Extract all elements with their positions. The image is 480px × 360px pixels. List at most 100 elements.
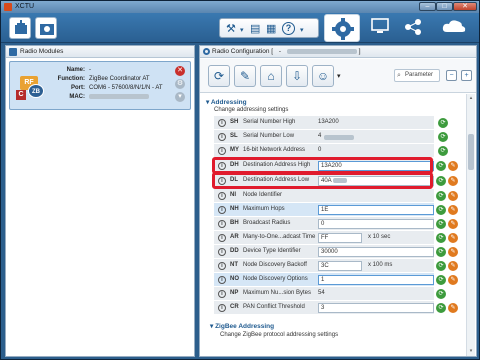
remove-device-icon[interactable]: ✕	[175, 66, 185, 76]
write-cr-icon[interactable]: ✎	[448, 303, 458, 313]
update-firmware-icon: ⇩	[291, 69, 303, 83]
info-icon[interactable]: i	[218, 220, 226, 228]
write-dh-icon[interactable]: ✎	[448, 161, 458, 171]
add-device-icon	[15, 20, 27, 34]
info-icon[interactable]: i	[218, 304, 226, 312]
bh-input[interactable]: 0	[318, 219, 434, 229]
info-icon[interactable]: i	[218, 234, 226, 242]
zigbee-addressing-section-title[interactable]: ▾ ZigBee Addressing	[210, 322, 274, 330]
scroll-thumb[interactable]	[468, 134, 474, 170]
configuration-mode-button[interactable]	[324, 14, 360, 42]
info-icon[interactable]: i	[218, 290, 226, 298]
help-dropdown-icon[interactable]: ▾	[300, 26, 304, 34]
write-nt-icon[interactable]: ✎	[448, 261, 458, 271]
close-button[interactable]: ✕	[453, 2, 477, 11]
device-card[interactable]: RF ZB C Name: - Function: ZigBee Coordinat…	[9, 61, 191, 110]
xctu-window: XCTU – □ ✕ ⚒ ▾ ▤ ▦ ? ▾ Radio Modules RF …	[0, 0, 480, 360]
info-icon[interactable]: i	[218, 147, 226, 155]
parameter-search-input[interactable]: ⌕ Parameter	[394, 69, 440, 82]
write-nh-icon[interactable]: ✎	[448, 205, 458, 215]
settings-list: ▾ Addressing Change addressing settings …	[200, 94, 468, 356]
setting-row-ni: i NI Node Identifier	[214, 189, 434, 203]
info-icon[interactable]: i	[218, 192, 226, 200]
write-icon: ✎	[239, 69, 251, 83]
write-bh-icon[interactable]: ✎	[448, 219, 458, 229]
info-icon[interactable]: i	[218, 133, 226, 141]
cr-input[interactable]: 3	[318, 303, 434, 313]
refresh-my-icon[interactable]: ⟳	[438, 146, 448, 156]
refresh-nt-icon[interactable]: ⟳	[436, 261, 446, 271]
write-button[interactable]: ✎	[234, 65, 256, 87]
cloud-icon[interactable]	[441, 18, 467, 34]
default-button[interactable]: ⌂	[260, 65, 282, 87]
refresh-dl-icon[interactable]: ⟳	[436, 176, 446, 186]
setting-row-bh: i BH Broadcast Radius 0	[214, 217, 434, 231]
profile-dropdown-icon[interactable]: ▾	[337, 72, 341, 80]
refresh-sh-icon[interactable]: ⟳	[438, 118, 448, 128]
expand-device-icon[interactable]: ▾	[175, 92, 185, 102]
refresh-dd-icon[interactable]: ⟳	[436, 247, 446, 257]
info-icon[interactable]: i	[218, 119, 226, 127]
info-icon[interactable]: i	[218, 276, 226, 284]
nh-input[interactable]: 1E	[318, 205, 434, 215]
read-icon: ⟳	[213, 69, 225, 83]
add-device-button[interactable]	[9, 17, 31, 39]
setting-row-nt: i NT Node Discovery Backoff 3C x 100 ms	[214, 259, 434, 273]
refresh-cr-icon[interactable]: ⟳	[436, 303, 446, 313]
refresh-dh-icon[interactable]: ⟳	[436, 161, 446, 171]
scroll-down-icon[interactable]: ▾	[468, 348, 474, 354]
document-icon[interactable]: ▦	[266, 22, 276, 35]
setting-row-sh: i SH Serial Number High 13A200	[214, 116, 434, 130]
write-no-icon[interactable]: ✎	[448, 275, 458, 285]
ar-input[interactable]: FF	[318, 233, 362, 243]
refresh-ar-icon[interactable]: ⟳	[436, 233, 446, 243]
tools-icon[interactable]: ⚒	[226, 22, 236, 35]
tools-dropdown-icon[interactable]: ▾	[240, 26, 244, 34]
setting-row-sl: i SL Serial Number Low 4	[214, 130, 434, 144]
profile-button[interactable]: ☺	[312, 65, 334, 87]
discover-devices-button[interactable]	[35, 17, 57, 39]
maximize-button[interactable]: □	[436, 2, 453, 11]
device-mac-row: MAC:	[50, 93, 149, 101]
setting-row-nh: i NH Maximum Hops 1E	[214, 203, 434, 217]
zb-badge: ZB	[28, 84, 44, 98]
console-icon[interactable]: ▤	[250, 22, 260, 35]
collapse-all-icon[interactable]: −	[446, 70, 457, 81]
refresh-no-icon[interactable]: ⟳	[436, 275, 446, 285]
info-icon[interactable]: i	[218, 206, 226, 214]
dd-input[interactable]: 30000	[318, 247, 434, 257]
write-dd-icon[interactable]: ✎	[448, 247, 458, 257]
update-button[interactable]: ⇩	[286, 65, 308, 87]
title-bracket: ]	[358, 48, 361, 55]
refresh-np-icon[interactable]: ⟳	[436, 289, 446, 299]
addressing-section-title[interactable]: ▾ Addressing	[206, 98, 247, 106]
radio-configuration-panel: Radio Configuration [ - ] ⟳ ✎ ⌂ ⇩ ☺ ▾ ⌕ …	[199, 45, 477, 357]
settings-scrollbar[interactable]: ▴ ▾	[466, 94, 475, 356]
network-icon[interactable]	[403, 18, 423, 36]
app-icon	[4, 3, 12, 11]
write-ar-icon[interactable]: ✎	[448, 233, 458, 243]
info-icon[interactable]: i	[218, 262, 226, 270]
minimize-button[interactable]: –	[419, 2, 436, 11]
device-info-icon[interactable]: ⚙	[175, 79, 185, 89]
refresh-nh-icon[interactable]: ⟳	[436, 205, 446, 215]
main-toolbar: ⚒ ▾ ▤ ▦ ? ▾	[1, 13, 479, 43]
discover-icon	[40, 24, 54, 35]
no-input[interactable]: 1	[318, 275, 434, 285]
refresh-sl-icon[interactable]: ⟳	[438, 132, 448, 142]
device-port-row: Port: COM6 - 57600/8/N/1/N - AT	[71, 85, 163, 91]
write-ni-icon[interactable]: ✎	[448, 191, 458, 201]
refresh-ni-icon[interactable]: ⟳	[436, 191, 446, 201]
nt-input[interactable]: 3C	[318, 261, 362, 271]
help-icon[interactable]: ?	[282, 22, 295, 35]
refresh-bh-icon[interactable]: ⟳	[436, 219, 446, 229]
terminal-icon[interactable]	[371, 18, 389, 34]
expand-all-icon[interactable]: +	[461, 70, 472, 81]
info-icon[interactable]: i	[218, 248, 226, 256]
coordinator-badge: C	[16, 90, 26, 100]
radio-configuration-header: Radio Configuration [ - ]	[200, 46, 476, 58]
radio-modules-title: Radio Modules	[20, 48, 64, 55]
scroll-up-icon[interactable]: ▴	[468, 95, 474, 101]
read-button[interactable]: ⟳	[208, 65, 230, 87]
write-dl-icon[interactable]: ✎	[448, 176, 458, 186]
